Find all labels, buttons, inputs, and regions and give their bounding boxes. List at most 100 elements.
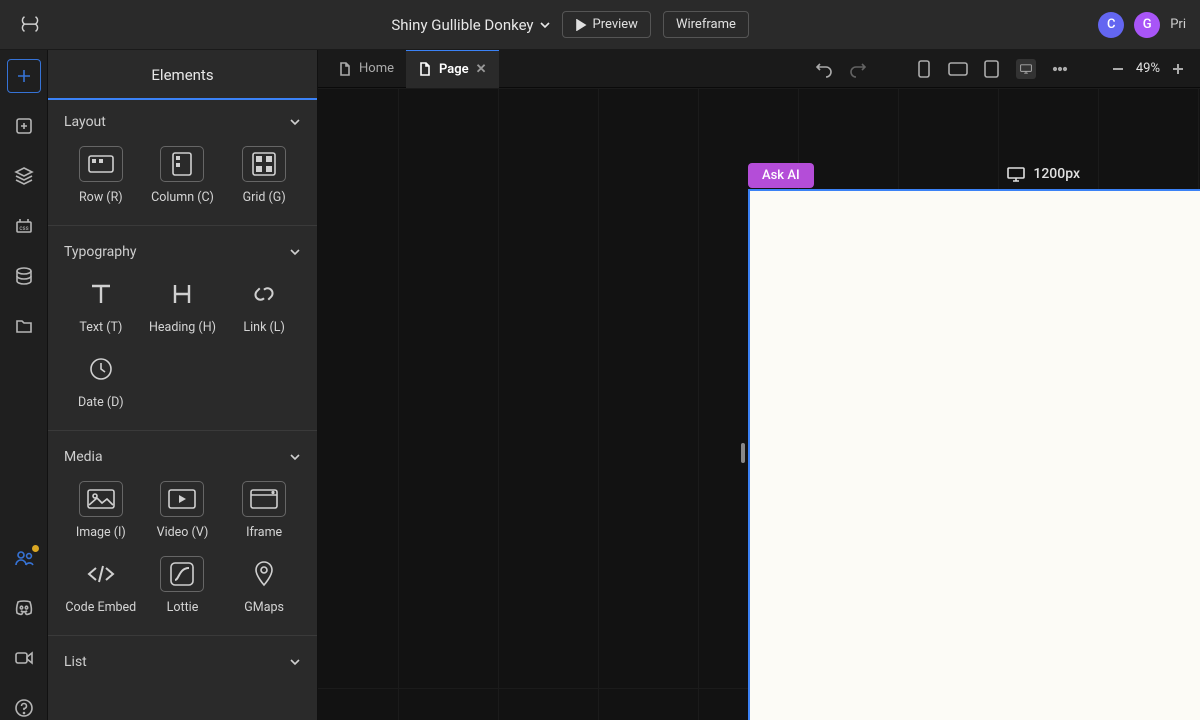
element-gmaps[interactable]: GMaps: [223, 550, 305, 625]
resize-handle-left[interactable]: [741, 443, 745, 463]
element-label: Code Embed: [65, 600, 136, 615]
section-layout: Layout Row (R) Column (C) Grid (G): [48, 100, 317, 221]
link-icon: [251, 281, 277, 307]
element-label: Row (R): [79, 190, 123, 205]
section-title: List: [64, 654, 87, 670]
clock-icon: [88, 356, 114, 382]
wireframe-button[interactable]: Wireframe: [663, 11, 749, 38]
rail-layers[interactable]: [12, 164, 36, 188]
section-media: Media Image (I) Video (V) Iframe: [48, 435, 317, 631]
rail-video-icon[interactable]: [12, 646, 36, 670]
section-head-media[interactable]: Media: [60, 435, 305, 475]
section-head-typography[interactable]: Typography: [60, 230, 305, 270]
close-icon[interactable]: ✕: [476, 62, 487, 77]
canvas-viewport[interactable]: Ask AI 1200px: [318, 88, 1200, 720]
element-iframe[interactable]: Iframe: [223, 475, 305, 550]
wireframe-label: Wireframe: [676, 17, 736, 32]
element-code-embed[interactable]: Code Embed: [60, 550, 142, 625]
section-list: List: [48, 640, 317, 680]
elements-panel: Elements Layout Row (R) Column (C) Grid …: [48, 50, 318, 720]
element-grid[interactable]: Grid (G): [223, 140, 305, 215]
rail-add-page[interactable]: [12, 114, 36, 138]
element-column[interactable]: Column (C): [142, 140, 224, 215]
chevron-down-icon: [289, 246, 301, 258]
preview-button[interactable]: Preview: [562, 11, 651, 38]
canvas-width-label: 1200px: [1007, 166, 1080, 182]
avatar-g[interactable]: G: [1134, 12, 1160, 38]
element-row[interactable]: Row (R): [60, 140, 142, 215]
tab-page[interactable]: Page ✕: [406, 50, 499, 88]
map-pin-icon: [253, 561, 275, 587]
code-icon: [86, 564, 116, 584]
top-bar: Shiny Gullible Donkey Preview Wireframe …: [0, 0, 1200, 50]
avatar-c[interactable]: C: [1098, 12, 1124, 38]
element-video[interactable]: Video (V): [142, 475, 224, 550]
section-head-layout[interactable]: Layout: [60, 100, 305, 140]
more-icon[interactable]: [1050, 59, 1070, 79]
element-link[interactable]: Link (L): [223, 270, 305, 345]
ask-ai-button[interactable]: Ask AI: [748, 163, 814, 188]
iframe-icon: [250, 489, 278, 509]
element-label: Heading (H): [149, 320, 216, 335]
section-title: Layout: [64, 114, 106, 130]
row-icon: [88, 155, 114, 173]
element-date[interactable]: Date (D): [60, 345, 142, 420]
element-label: Grid (G): [243, 190, 286, 205]
heading-icon: [169, 281, 195, 307]
page-canvas[interactable]: [748, 189, 1200, 720]
element-image[interactable]: Image (I): [60, 475, 142, 550]
element-lottie[interactable]: Lottie: [142, 550, 224, 625]
left-rail: css: [0, 50, 48, 720]
tab-bar: Home Page ✕ 49%: [318, 50, 1200, 88]
preview-label: Preview: [593, 17, 638, 32]
image-icon: [87, 489, 115, 509]
svg-text:css: css: [19, 225, 28, 232]
element-label: Image (I): [76, 525, 126, 540]
privacy-label[interactable]: Pri: [1170, 17, 1186, 32]
play-icon: [575, 19, 587, 31]
element-label: Column (C): [151, 190, 214, 205]
element-label: Text (T): [79, 320, 122, 335]
tab-home[interactable]: Home: [326, 50, 406, 88]
section-title: Media: [64, 449, 103, 465]
panel-title: Elements: [48, 50, 317, 100]
element-label: Iframe: [246, 525, 282, 540]
section-head-list[interactable]: List: [60, 640, 305, 680]
section-typography: Typography Text (T) Heading (H) Link (L): [48, 230, 317, 426]
lottie-icon: [170, 562, 194, 586]
app-logo[interactable]: [18, 13, 42, 37]
chevron-down-icon: [289, 656, 301, 668]
column-icon: [172, 152, 192, 176]
chevron-down-icon: [289, 116, 301, 128]
device-mobile-icon[interactable]: [914, 59, 934, 79]
chevron-down-icon: [540, 20, 550, 30]
rail-style-icon[interactable]: css: [12, 214, 36, 238]
element-text[interactable]: Text (T): [60, 270, 142, 345]
tab-label: Page: [439, 62, 469, 77]
rail-discord-icon[interactable]: [12, 596, 36, 620]
grid-icon: [252, 152, 276, 176]
device-tablet-icon[interactable]: [982, 59, 1002, 79]
rail-assets[interactable]: [12, 314, 36, 338]
video-icon: [168, 489, 196, 509]
rail-help-icon[interactable]: [12, 696, 36, 720]
element-label: Video (V): [157, 525, 209, 540]
chevron-down-icon: [289, 451, 301, 463]
rail-data[interactable]: [12, 264, 36, 288]
rail-collab-icon[interactable]: [12, 546, 36, 570]
project-name[interactable]: Shiny Gullible Donkey: [391, 16, 549, 34]
element-label: Lottie: [167, 600, 199, 615]
element-label: GMaps: [244, 600, 284, 615]
file-icon: [418, 62, 432, 76]
redo-button[interactable]: [848, 59, 868, 79]
undo-button[interactable]: [814, 59, 834, 79]
rail-add-element[interactable]: [12, 64, 36, 88]
element-heading[interactable]: Heading (H): [142, 270, 224, 345]
device-tablet-landscape-icon[interactable]: [948, 59, 968, 79]
canvas-area: Home Page ✕ 49%: [318, 50, 1200, 720]
zoom-out-button[interactable]: [1108, 59, 1128, 79]
device-desktop-icon[interactable]: [1016, 59, 1036, 79]
project-name-text: Shiny Gullible Donkey: [391, 16, 533, 34]
zoom-in-button[interactable]: [1168, 59, 1188, 79]
tab-label: Home: [359, 61, 394, 76]
